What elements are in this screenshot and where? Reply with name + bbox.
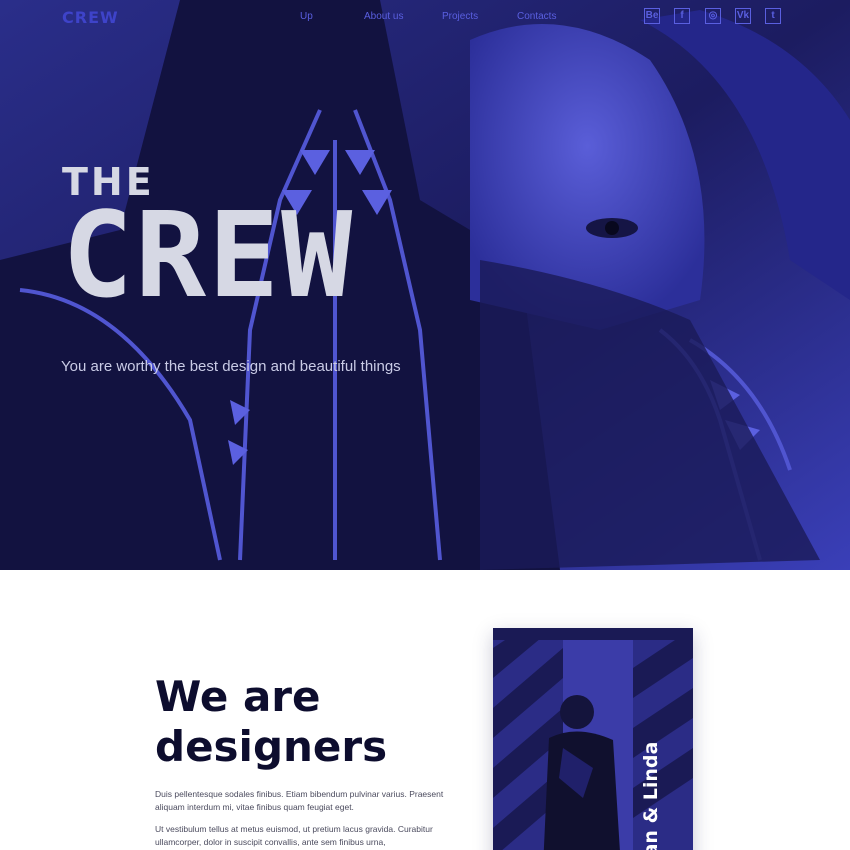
about-paragraph-1: Duis pellentesque sodales finibus. Etiam… bbox=[155, 789, 444, 812]
project-card-caption: dan & Linda bbox=[640, 741, 662, 850]
top-navbar: CREW Up About us Projects Contacts Be f … bbox=[0, 0, 850, 36]
instagram-icon[interactable]: ◎ bbox=[705, 8, 721, 24]
nav-link-up[interactable]: Up bbox=[300, 11, 313, 22]
brand-logo[interactable]: CREW bbox=[62, 8, 119, 27]
twitter-icon[interactable]: t bbox=[765, 8, 781, 24]
hero-big-title: CREW bbox=[62, 186, 355, 324]
featured-project-card[interactable]: dan & Linda bbox=[493, 628, 693, 850]
nav-link-projects[interactable]: Projects bbox=[442, 11, 478, 22]
about-section: We are designers Duis pellentesque sodal… bbox=[0, 570, 850, 850]
behance-icon[interactable]: Be bbox=[644, 8, 660, 24]
hero-section: CREW Up About us Projects Contacts Be f … bbox=[0, 0, 850, 570]
hero-tagline: You are worthy the best design and beaut… bbox=[61, 358, 401, 375]
about-heading: We are designers bbox=[155, 672, 455, 772]
nav-link-about-us[interactable]: About us bbox=[364, 11, 403, 22]
project-card-photo bbox=[493, 628, 693, 850]
vk-icon[interactable]: Vk bbox=[735, 8, 751, 24]
about-heading-line2: designers bbox=[155, 722, 388, 771]
about-paragraph-2: Ut vestibulum tellus at metus euismod, u… bbox=[155, 824, 433, 847]
nav-link-contacts[interactable]: Contacts bbox=[517, 11, 556, 22]
about-heading-line1: We are bbox=[155, 672, 321, 721]
facebook-icon[interactable]: f bbox=[674, 8, 690, 24]
